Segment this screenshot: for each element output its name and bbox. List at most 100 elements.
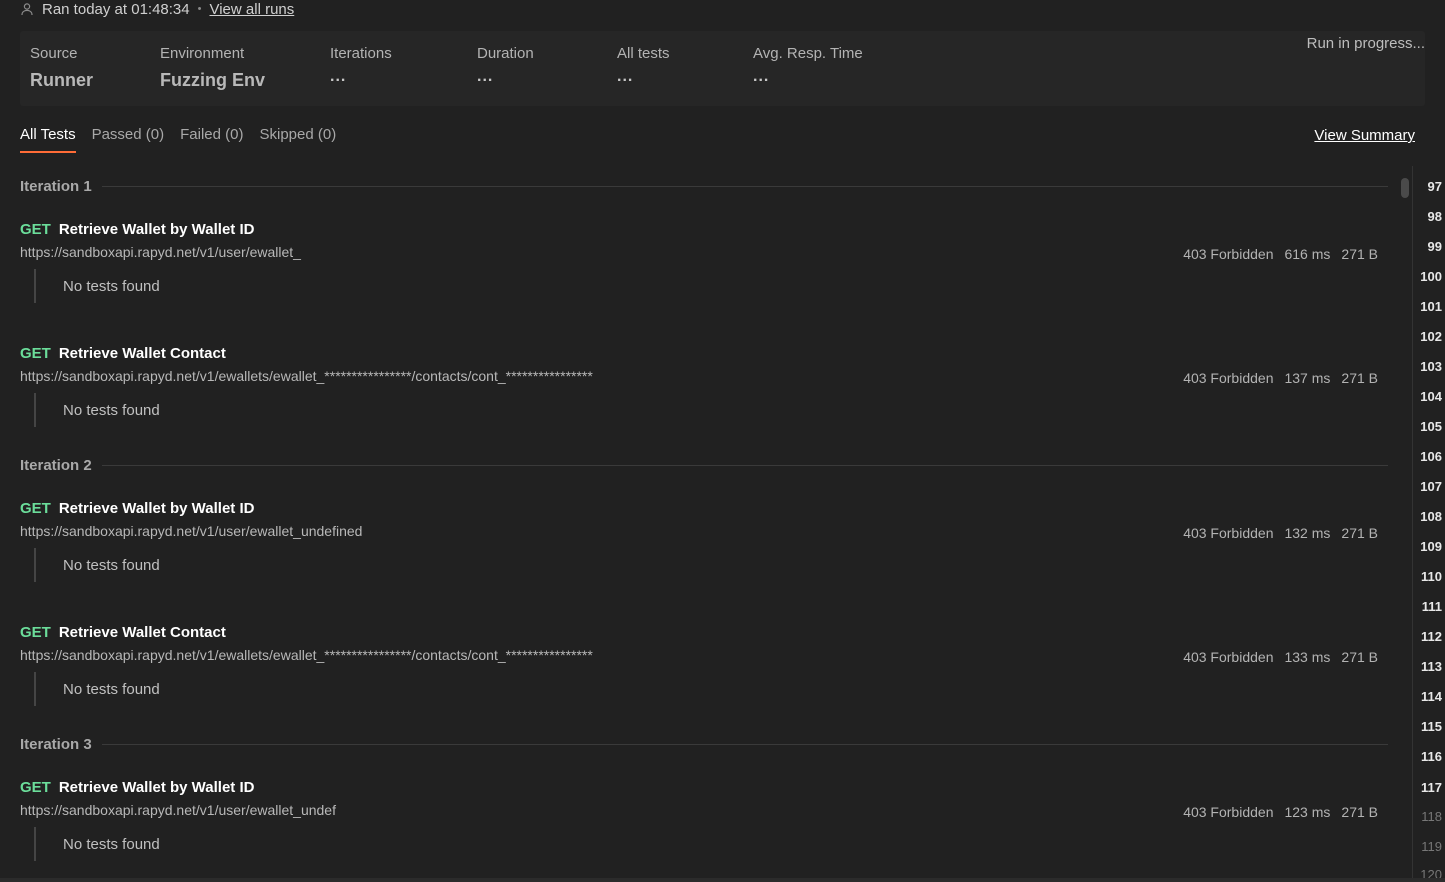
run-status-text: Run in progress... [1306,35,1425,52]
iteration-header: Iteration 3 [20,734,1388,754]
line-number: 114 [1421,689,1442,704]
divider [101,464,1388,466]
response-size: 271 B [1341,246,1378,262]
view-summary-link[interactable]: View Summary [1314,127,1415,144]
request-name[interactable]: Retrieve Wallet by Wallet ID [59,500,255,517]
request-row[interactable]: GET Retrieve Wallet by Wallet ID https://… [20,221,1388,331]
request-name[interactable]: Retrieve Wallet Contact [59,624,226,641]
response-time: 132 ms [1284,525,1331,541]
line-number: 111 [1421,599,1442,614]
all-tests-value: ... [617,68,634,85]
line-number: 101 [1420,299,1442,314]
line-number: 106 [1420,449,1442,464]
line-number: 112 [1421,629,1442,644]
response-time: 137 ms [1284,370,1331,386]
iteration-label: Iteration 3 [20,735,92,753]
line-number: 99 [1427,239,1442,254]
iteration-label: Iteration 1 [20,177,92,195]
line-number: 115 [1421,719,1442,734]
environment-label: Environment [160,45,245,62]
divider [101,743,1388,745]
request-row[interactable]: GET Retrieve Wallet Contact https://sandb… [20,624,1388,734]
metric-avg-resp-time: Avg. Resp. Time ... [753,45,863,86]
line-number: 105 [1420,419,1442,434]
bottom-bar [0,878,1445,882]
scrollbar-thumb[interactable] [1401,178,1409,198]
request-method: GET [20,221,51,238]
request-row[interactable]: GET Retrieve Wallet by Wallet ID https://… [20,500,1388,610]
request-row[interactable]: GET Retrieve Wallet Contact https://sandb… [20,345,1388,455]
results-list: Iteration 1 GET Retrieve Wallet by Wallet… [20,170,1388,882]
avg-resp-value: ... [753,68,770,85]
duration-label: Duration [477,45,534,62]
line-number: 103 [1420,359,1442,374]
iterations-label: Iterations [330,45,392,62]
response-size: 271 B [1341,525,1378,541]
tab-failed[interactable]: Failed (0) [180,126,243,153]
metric-duration: Duration ... [477,45,534,86]
line-number: 116 [1421,749,1442,764]
request-url: https://sandboxapi.rapyd.net/v1/user/ewa… [20,523,363,539]
line-number: 117 [1421,780,1442,795]
person-icon [20,2,34,16]
request-url: https://sandboxapi.rapyd.net/v1/ewallets… [20,647,593,663]
iterations-value: ... [330,68,347,85]
metric-source: Source Runner [30,45,93,91]
view-all-runs-link[interactable]: View all runs [209,1,294,18]
results-tabs: All Tests Passed (0) Failed (0) Skipped … [20,126,336,153]
response-time: 133 ms [1284,649,1331,665]
response-status[interactable]: 403 Forbidden [1183,525,1273,541]
tab-all-tests[interactable]: All Tests [20,126,76,153]
response-status[interactable]: 403 Forbidden [1183,649,1273,665]
line-number: 119 [1421,839,1442,854]
metric-environment: Environment Fuzzing Env [160,45,265,91]
response-status[interactable]: 403 Forbidden [1183,370,1273,386]
request-method: GET [20,624,51,641]
line-number: 97 [1427,179,1442,194]
response-time: 616 ms [1284,246,1331,262]
request-method: GET [20,779,51,796]
line-number: 102 [1420,329,1442,344]
source-label: Source [30,45,78,62]
request-method: GET [20,345,51,362]
request-url: https://sandboxapi.rapyd.net/v1/user/ewa… [20,802,336,818]
line-number: 104 [1420,389,1442,404]
no-tests-text: No tests found [34,672,160,706]
request-url: https://sandboxapi.rapyd.net/v1/ewallets… [20,368,593,384]
no-tests-text: No tests found [34,393,160,427]
line-number: 98 [1427,209,1442,224]
request-name[interactable]: Retrieve Wallet Contact [59,345,226,362]
response-size: 271 B [1341,649,1378,665]
iteration-header: Iteration 2 [20,455,1388,475]
tab-skipped[interactable]: Skipped (0) [259,126,336,153]
line-number: 100 [1420,269,1442,284]
tab-passed[interactable]: Passed (0) [92,126,165,153]
no-tests-text: No tests found [34,827,160,861]
run-info-bar: Ran today at 01:48:34 • View all runs [20,0,294,18]
no-tests-text: No tests found [34,269,160,303]
line-number: 118 [1421,809,1442,824]
metric-iterations: Iterations ... [330,45,392,86]
all-tests-label: All tests [617,45,670,62]
ran-time-text: Ran today at 01:48:34 [42,0,190,18]
line-number-gutter: 97 98 99 100 101 102 103 104 105 106 107… [1412,166,1445,882]
run-summary-card: Source Runner Environment Fuzzing Env It… [20,31,1425,106]
divider [101,185,1388,187]
duration-value: ... [477,68,494,85]
response-time: 123 ms [1284,804,1331,820]
metric-all-tests: All tests ... [617,45,670,86]
response-status[interactable]: 403 Forbidden [1183,804,1273,820]
request-name[interactable]: Retrieve Wallet by Wallet ID [59,779,255,796]
separator-dot: • [197,3,202,15]
environment-value: Fuzzing Env [160,70,265,90]
request-row[interactable]: GET Retrieve Wallet by Wallet ID https://… [20,779,1388,882]
line-number: 108 [1420,509,1442,524]
no-tests-text: No tests found [34,548,160,582]
response-status[interactable]: 403 Forbidden [1183,246,1273,262]
iteration-header: Iteration 1 [20,176,1388,196]
line-number: 109 [1420,539,1442,554]
request-name[interactable]: Retrieve Wallet by Wallet ID [59,221,255,238]
request-method: GET [20,500,51,517]
line-number: 107 [1420,479,1442,494]
iteration-label: Iteration 2 [20,456,92,474]
